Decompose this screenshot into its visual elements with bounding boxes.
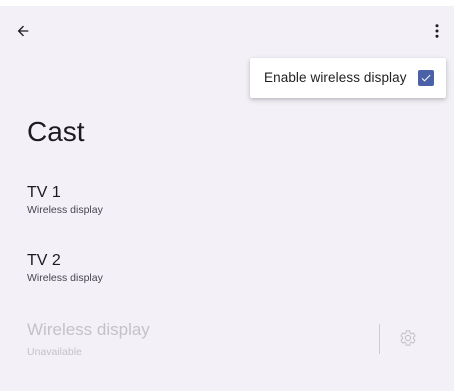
enable-wireless-display-checkbox[interactable] bbox=[418, 70, 434, 86]
overflow-menu: Enable wireless display bbox=[250, 58, 446, 98]
device-subtitle: Wireless display bbox=[27, 204, 103, 216]
device-name: TV 2 bbox=[27, 252, 61, 269]
unavailable-device-subtitle: Unavailable bbox=[27, 346, 82, 358]
enable-wireless-display-menu-item[interactable]: Enable wireless display bbox=[264, 70, 407, 85]
gear-icon bbox=[399, 329, 417, 352]
checkmark-icon bbox=[421, 74, 431, 82]
more-vert-icon bbox=[428, 22, 446, 45]
wireless-display-unavailable-item: Wireless display Unavailable bbox=[27, 320, 447, 364]
vertical-divider bbox=[379, 324, 380, 354]
back-button[interactable] bbox=[10, 20, 36, 46]
arrow-back-icon bbox=[15, 23, 31, 44]
device-name: TV 1 bbox=[27, 184, 61, 201]
device-item-tv2[interactable]: TV 2 Wireless display bbox=[27, 251, 103, 284]
page-title: Cast bbox=[27, 116, 85, 147]
app-surface: Enable wireless display Cast TV 1 Wirele… bbox=[0, 6, 454, 391]
more-options-button[interactable] bbox=[424, 20, 450, 46]
device-subtitle: Wireless display bbox=[27, 272, 103, 284]
device-settings-button bbox=[397, 329, 419, 351]
screen: Enable wireless display Cast TV 1 Wirele… bbox=[0, 0, 456, 391]
device-item-tv1[interactable]: TV 1 Wireless display bbox=[27, 183, 103, 216]
unavailable-device-name: Wireless display bbox=[27, 320, 150, 339]
